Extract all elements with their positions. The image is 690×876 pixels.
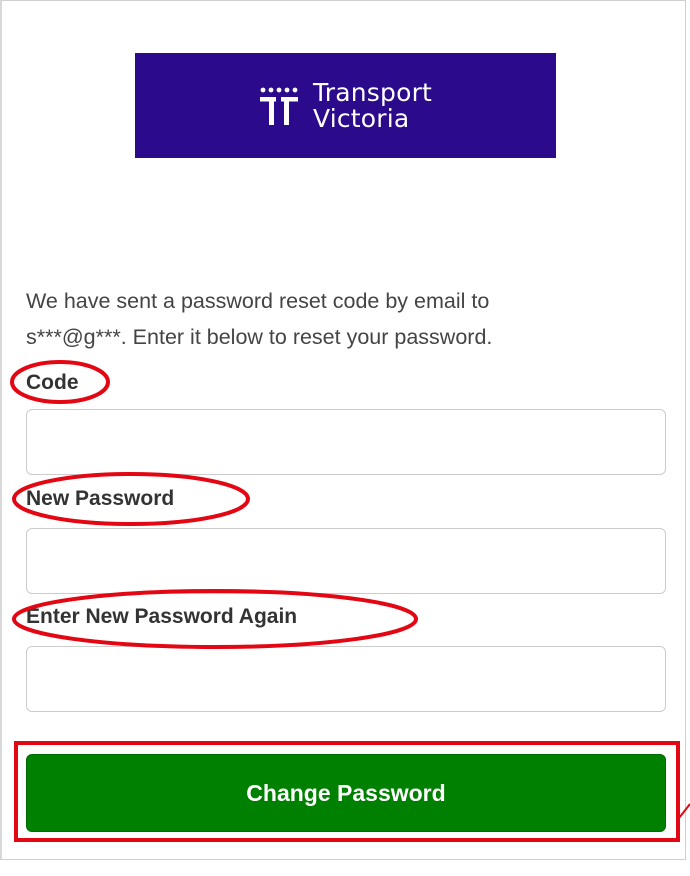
new-password-label: New Password [26,487,175,510]
new-password-input[interactable] [26,528,666,594]
confirm-password-label: Enter New Password Again [26,605,298,628]
change-password-button[interactable]: Change Password [26,754,666,832]
code-label: Code [26,371,79,394]
instructions-line-2: s***@g***. Enter it below to reset your … [26,325,493,349]
logo-wordmark: Transport Victoria [312,77,433,133]
transport-victoria-logo: Transport Victoria [135,53,556,158]
code-input[interactable] [26,409,666,475]
instructions-line-1: We have sent a password reset code by em… [26,289,490,313]
transport-victoria-logo-mark-icon [259,87,298,125]
logo-line-victoria: Victoria [312,103,410,133]
instructions-text: We have sent a password reset code by em… [26,283,666,355]
logo-line-transport: Transport [312,77,433,107]
confirm-password-input[interactable] [26,646,666,712]
